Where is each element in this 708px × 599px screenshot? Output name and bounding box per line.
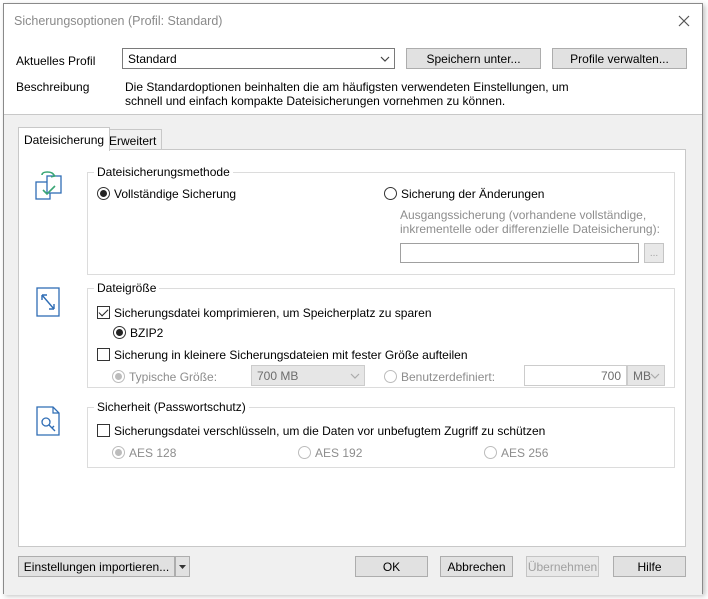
chevron-down-icon: [380, 56, 390, 62]
options-dialog: Sicherungsoptionen (Profil: Standard) Ak…: [3, 3, 703, 595]
typical-size-radio[interactable]: [112, 370, 125, 383]
custom-size-value: 700: [600, 369, 621, 383]
aes256-radio[interactable]: [484, 446, 497, 459]
cancel-button[interactable]: Abbrechen: [440, 556, 513, 577]
custom-size-radio[interactable]: [384, 370, 397, 383]
profile-select-value: Standard: [128, 51, 177, 66]
backup-method-icon: [33, 170, 67, 204]
tab-dateisicherung-label: Dateisicherung: [24, 132, 105, 147]
description-text-line2: schnell und einfach kompakte Dateisicher…: [125, 94, 506, 108]
import-settings-button[interactable]: Einstellungen importieren...: [18, 556, 175, 577]
size-group-title: Dateigröße: [94, 281, 160, 295]
security-group-title: Sicherheit (Passwortschutz): [94, 400, 249, 414]
cancel-label: Abbrechen: [447, 559, 506, 574]
help-label: Hilfe: [637, 559, 662, 574]
ok-label: OK: [382, 559, 401, 574]
custom-size-label: Benutzerdefiniert:: [401, 370, 496, 384]
typical-size-label: Typische Größe:: [129, 370, 218, 384]
security-group: Sicherheit (Passwortschutz) Sicherungsda…: [87, 400, 675, 468]
bzip2-radio[interactable]: [113, 326, 126, 339]
full-backup-label: Vollständige Sicherung: [114, 187, 237, 201]
description-text-line1: Die Standardoptionen beinhalten die am h…: [125, 80, 569, 94]
profile-header: Aktuelles Profil Standard Speichern unte…: [4, 38, 702, 114]
profile-select[interactable]: Standard: [122, 48, 395, 69]
resize-icon: [33, 286, 67, 320]
chevron-down-icon: [650, 373, 660, 379]
compress-label: Sicherungsdatei komprimieren, um Speiche…: [114, 306, 432, 320]
source-hint-line1: Ausgangssicherung (vorhandene vollständi…: [400, 208, 647, 222]
size-unit-select[interactable]: MB: [627, 365, 665, 386]
typical-size-value: 700 MB: [257, 368, 299, 383]
source-backup-input[interactable]: [400, 243, 639, 263]
source-hint-line2: inkrementelle oder differenzielle Dateis…: [400, 222, 660, 236]
tab-erweitert[interactable]: Erweitert: [103, 129, 163, 151]
aes192-label: AES 192: [315, 446, 363, 460]
tab-erweitert-label: Erweitert: [109, 133, 157, 148]
manage-profiles-button[interactable]: Profile verwalten...: [552, 48, 687, 69]
encrypt-checkbox[interactable]: [97, 424, 110, 437]
aes128-label: AES 128: [129, 446, 177, 460]
browse-label: ...: [649, 247, 659, 259]
manage-profiles-label: Profile verwalten...: [570, 51, 669, 66]
lock-file-icon: [33, 405, 67, 439]
custom-size-input[interactable]: 700: [524, 365, 627, 386]
browse-button[interactable]: ...: [644, 243, 664, 263]
tab-dateisicherung[interactable]: Dateisicherung: [18, 127, 111, 151]
ok-button[interactable]: OK: [355, 556, 428, 577]
chevron-down-icon: [179, 564, 186, 569]
tab-panel: Dateisicherungsmethode Vollständige Sich…: [18, 149, 686, 547]
compress-checkbox[interactable]: [97, 306, 110, 319]
aes128-radio[interactable]: [112, 446, 125, 459]
method-group: Dateisicherungsmethode Vollständige Sich…: [87, 165, 675, 275]
close-button[interactable]: [672, 10, 696, 32]
window-title: Sicherungsoptionen (Profil: Standard): [14, 14, 223, 28]
bzip2-label: BZIP2: [130, 326, 164, 340]
chevron-down-icon: [350, 373, 360, 379]
full-backup-radio[interactable]: [97, 187, 110, 200]
close-icon: [678, 15, 690, 27]
save-as-label: Speichern unter...: [426, 51, 521, 66]
apply-label: Übernehmen: [527, 559, 598, 574]
typical-size-select[interactable]: 700 MB: [251, 365, 365, 386]
split-checkbox[interactable]: [97, 348, 110, 361]
apply-button[interactable]: Übernehmen: [526, 556, 599, 577]
profile-label: Aktuelles Profil: [16, 54, 96, 68]
diff-backup-radio[interactable]: [384, 187, 397, 200]
size-group: Dateigröße Sicherungsdatei komprimieren,…: [87, 281, 675, 388]
size-unit-value: MB: [633, 368, 651, 383]
import-settings-dropdown[interactable]: [175, 556, 190, 577]
diff-backup-label: Sicherung der Änderungen: [401, 187, 545, 201]
aes192-radio[interactable]: [298, 446, 311, 459]
aes256-label: AES 256: [501, 446, 549, 460]
help-button[interactable]: Hilfe: [613, 556, 686, 577]
save-as-button[interactable]: Speichern unter...: [406, 48, 541, 69]
encrypt-label: Sicherungsdatei verschlüsseln, um die Da…: [114, 424, 546, 438]
method-group-title: Dateisicherungsmethode: [94, 165, 233, 179]
title-bar: Sicherungsoptionen (Profil: Standard): [4, 4, 702, 38]
import-settings-label: Einstellungen importieren...: [23, 559, 170, 574]
split-label: Sicherung in kleinere Sicherungsdateien …: [114, 348, 468, 362]
description-label: Beschreibung: [16, 80, 90, 94]
